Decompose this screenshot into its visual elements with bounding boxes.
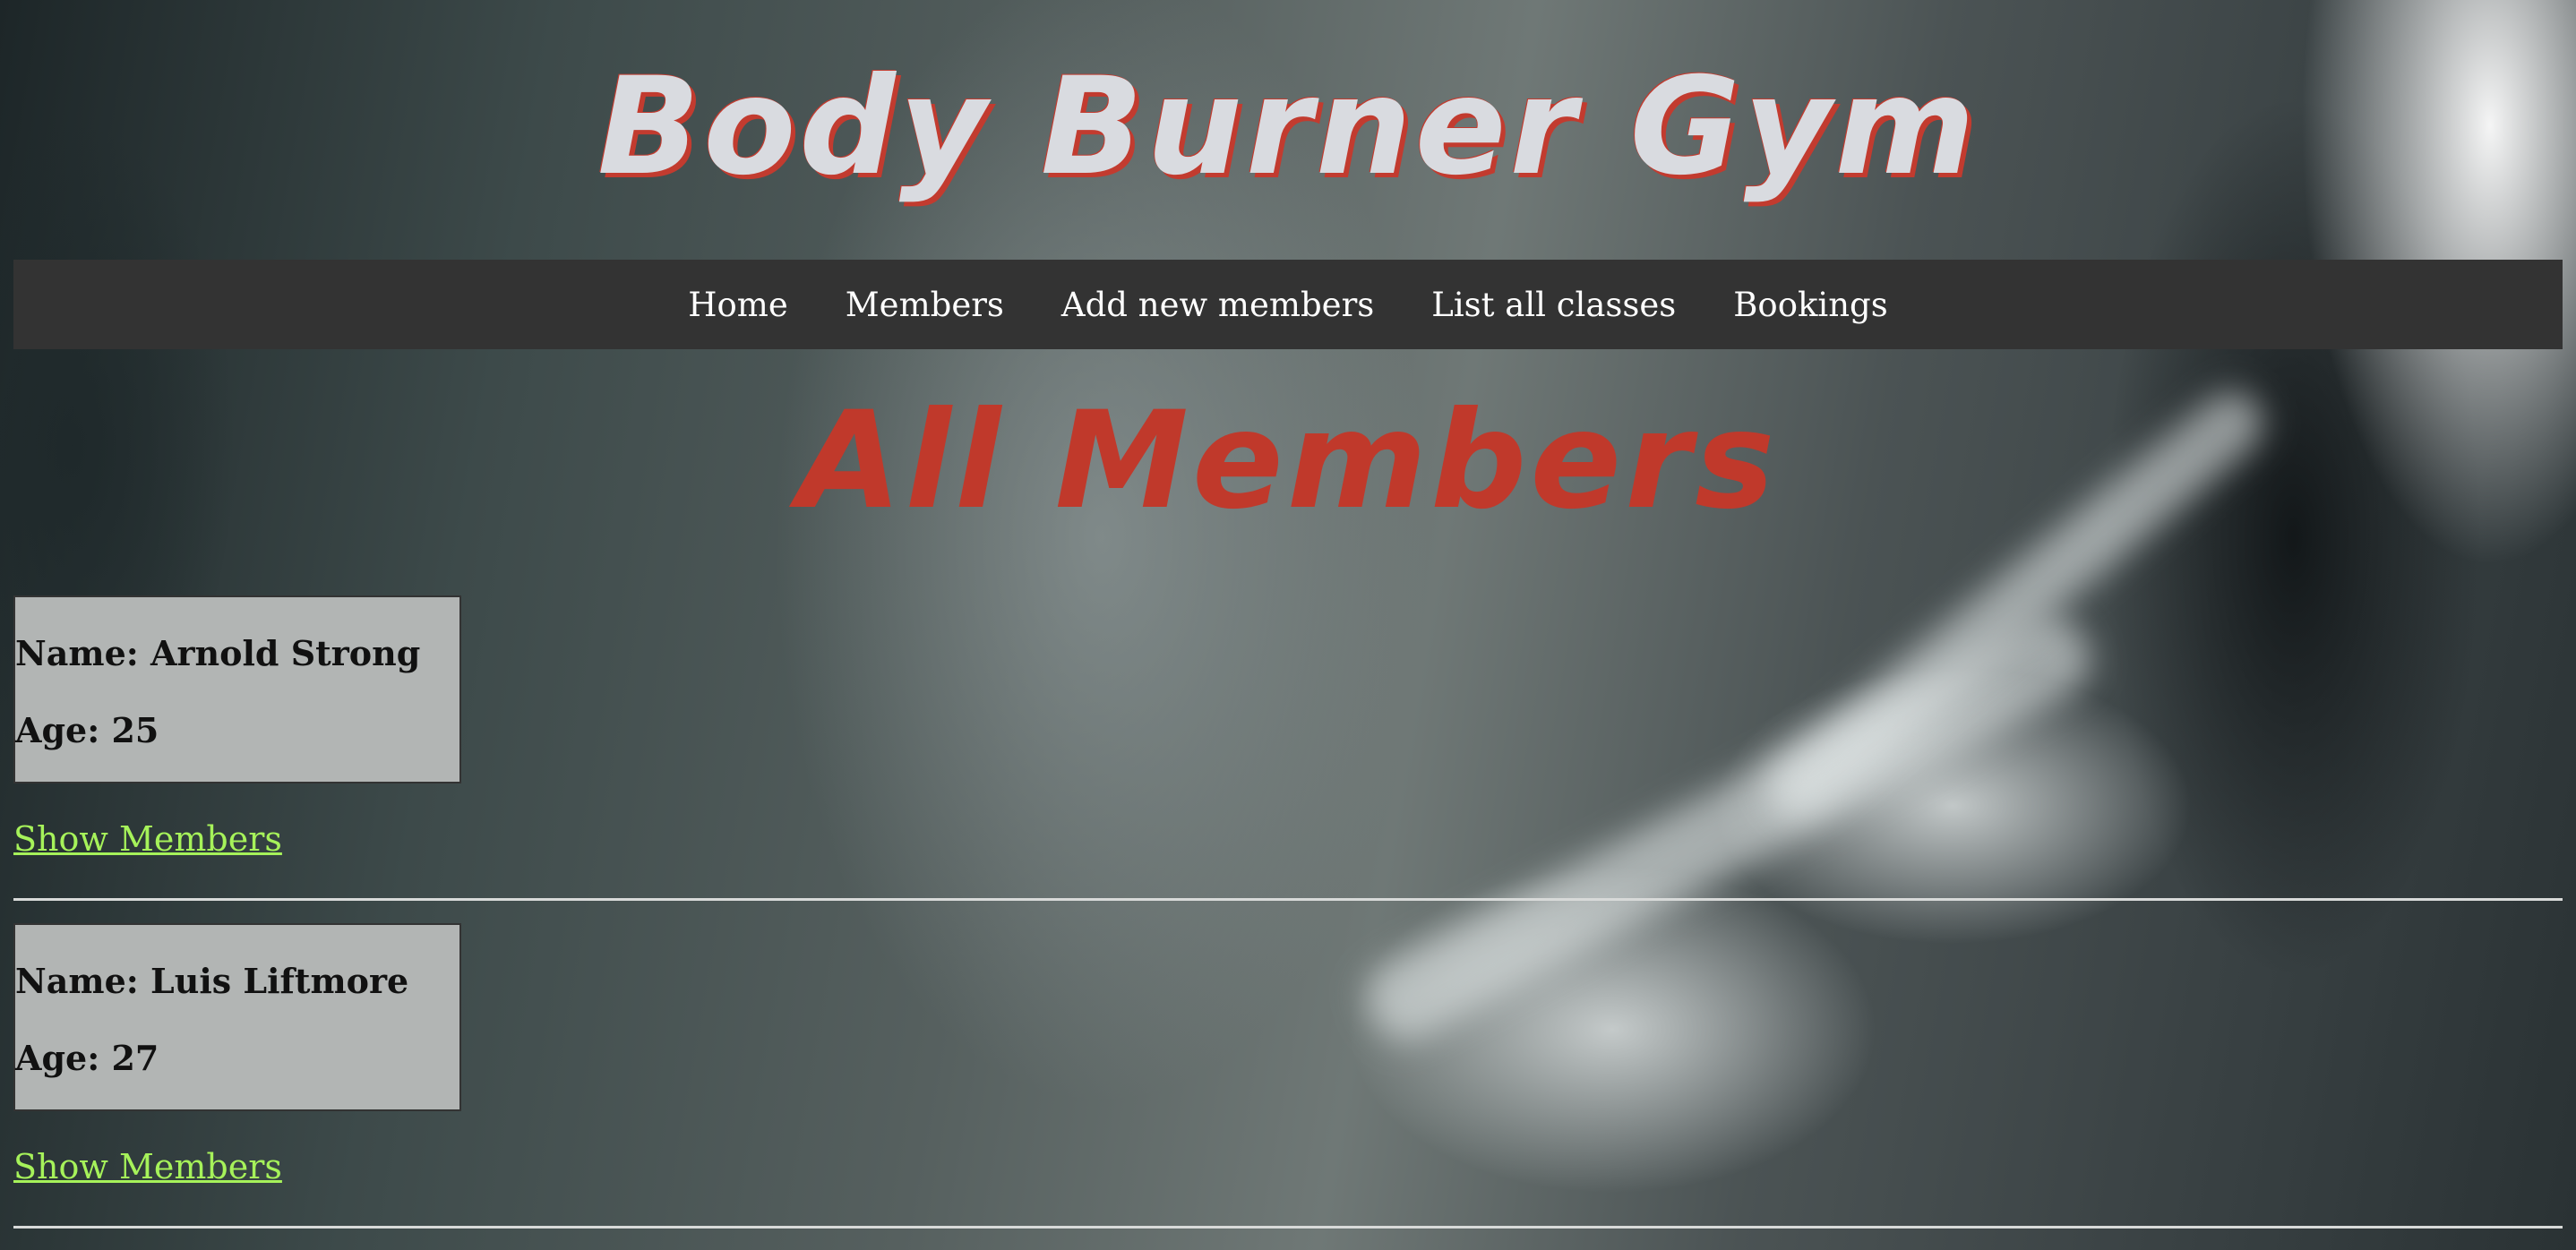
member-entry: Name: Arnold Strong Age: 25 Show Members: [13, 595, 2563, 901]
member-entry: Name: Luis Liftmore Age: 27 Show Members: [13, 923, 2563, 1229]
show-members-link[interactable]: Show Members: [13, 819, 282, 859]
nav-link-list-all-classes[interactable]: List all classes: [1431, 286, 1676, 324]
divider: [13, 898, 2563, 901]
member-age: Age: 27: [15, 1038, 159, 1078]
nav-link-members[interactable]: Members: [846, 286, 1004, 324]
member-card: Name: Luis Liftmore Age: 27: [13, 923, 461, 1111]
site-title: Body Burner Gym: [597, 49, 1979, 205]
nav-link-add-new-members[interactable]: Add new members: [1061, 286, 1374, 324]
nav-link-bookings[interactable]: Bookings: [1733, 286, 1888, 324]
nav-link-home[interactable]: Home: [688, 286, 788, 324]
member-name: Name: Luis Liftmore: [15, 961, 409, 1001]
divider: [13, 1226, 2563, 1229]
page-heading: All Members: [797, 383, 1779, 539]
page: Body Burner Gym Home Members Add new mem…: [0, 0, 2576, 1250]
member-name: Name: Arnold Strong: [15, 633, 421, 673]
main-navbar: Home Members Add new members List all cl…: [13, 260, 2563, 349]
member-age: Age: 25: [15, 710, 159, 750]
show-members-link[interactable]: Show Members: [13, 1147, 282, 1186]
member-card: Name: Arnold Strong Age: 25: [13, 595, 461, 783]
